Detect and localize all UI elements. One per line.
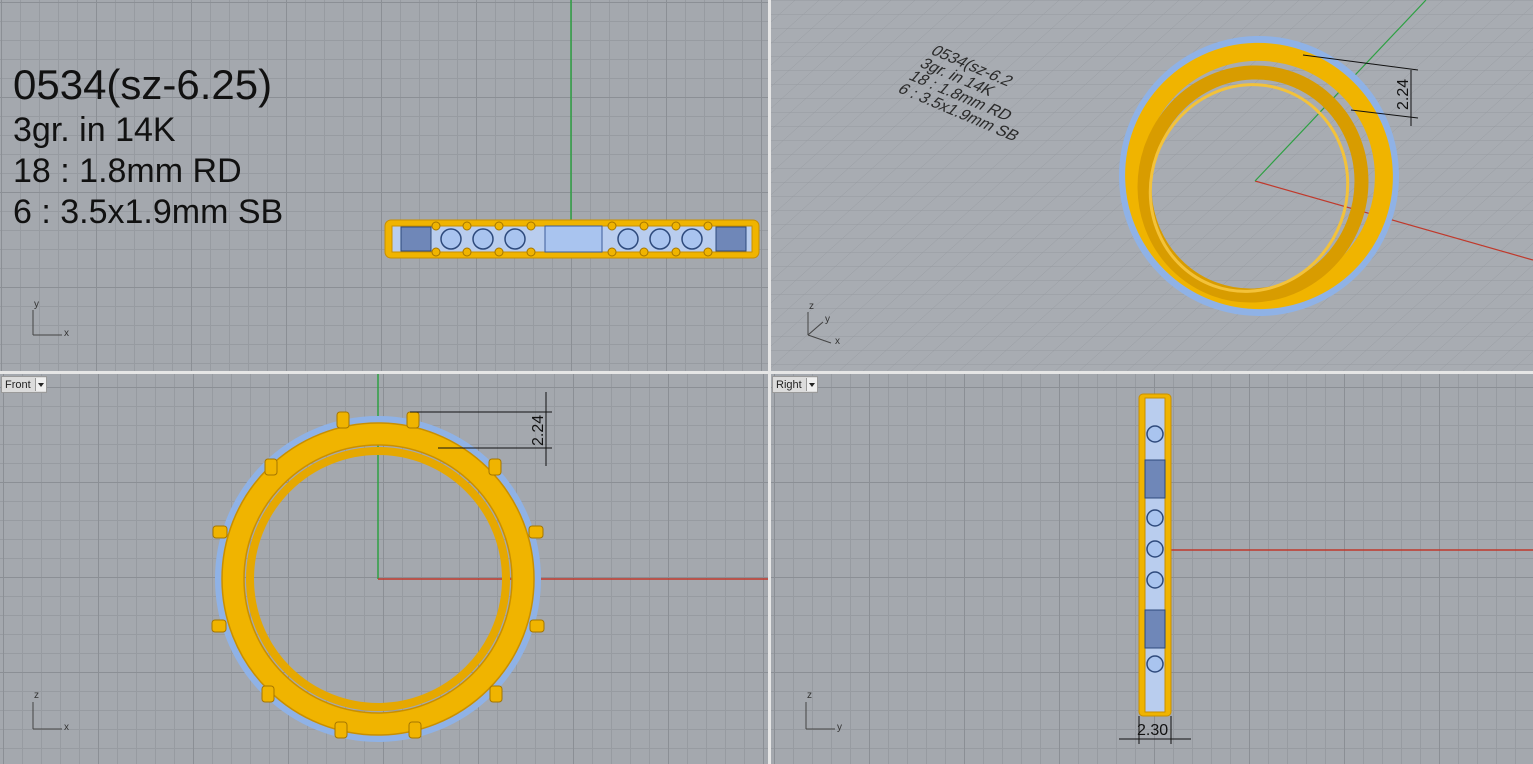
round-stone (681, 228, 703, 250)
round-stone (1146, 509, 1164, 527)
right-viewport[interactable]: 2.30 Right z y (771, 374, 1533, 764)
axis-label-z: z (809, 301, 814, 312)
viewport-divider-horizontal[interactable] (0, 371, 1533, 374)
viewport-tab-front[interactable]: Front (1, 376, 47, 393)
viewport-tab-right[interactable]: Right (772, 376, 818, 393)
axis-label-y: y (34, 299, 39, 310)
notes-weight: 3gr. in 14K (13, 111, 176, 149)
round-stone (504, 228, 526, 250)
dimension-right-label: 2.30 (1137, 722, 1168, 739)
notes-title: 0534(sz-6.25) (13, 61, 273, 108)
round-stone (472, 228, 494, 250)
baguette-stone (715, 226, 747, 252)
top-viewport[interactable]: 0534(sz-6.25) 3gr. in 14K 18 : 1.8mm RD … (0, 0, 768, 371)
axis-gizmo (805, 702, 835, 730)
axis-label-y: y (825, 314, 830, 325)
chevron-down-icon[interactable] (805, 378, 817, 391)
viewport-tab-label: Front (5, 378, 31, 391)
chevron-down-icon[interactable] (34, 378, 46, 391)
round-stone (1146, 425, 1164, 443)
axis-label-x: x (835, 336, 840, 347)
viewport-divider-vertical[interactable] (768, 0, 771, 764)
axis-label-x: x (64, 722, 69, 733)
front-viewport[interactable]: 2.24 Front z x (0, 374, 768, 764)
baguette-stone (400, 226, 432, 252)
viewport-tab-label: Right (776, 378, 802, 391)
notes-baguettes: 6 : 3.5x1.9mm SB (13, 193, 284, 231)
round-stone (617, 228, 639, 250)
perspective-viewport[interactable]: 2.24 0534(sz-6.2 3gr. in 14K 18 : 1.8mm … (771, 0, 1533, 371)
round-stone (440, 228, 462, 250)
dimension-persp-label: 2.24 (1395, 79, 1412, 110)
round-stone (1146, 655, 1164, 673)
baguette-stone (1144, 459, 1166, 499)
round-stone (649, 228, 671, 250)
axis-label-z: z (34, 690, 39, 701)
axis-gizmo (32, 310, 62, 336)
axis-label-z: z (807, 690, 812, 701)
round-stone (1146, 540, 1164, 558)
axis-label-y: y (837, 722, 842, 733)
baguette-stone (544, 225, 603, 253)
right-viewport-canvas: 2.30 (805, 393, 1533, 744)
perspective-viewport-canvas: 2.24 (771, 0, 1533, 371)
front-viewport-canvas: 2.24 (32, 374, 768, 742)
ring-specs-notes: 0534(sz-6.25) 3gr. in 14K 18 : 1.8mm RD … (13, 61, 284, 231)
axis-gizmo (32, 702, 62, 730)
notes-round-stones: 18 : 1.8mm RD (13, 152, 242, 190)
round-stone (1146, 571, 1164, 589)
axis-label-x: x (64, 328, 69, 339)
ring-right-view (1138, 393, 1172, 717)
dimension-front-label: 2.24 (530, 415, 547, 446)
baguette-stone (1144, 609, 1166, 649)
ring-top-view (384, 219, 760, 259)
